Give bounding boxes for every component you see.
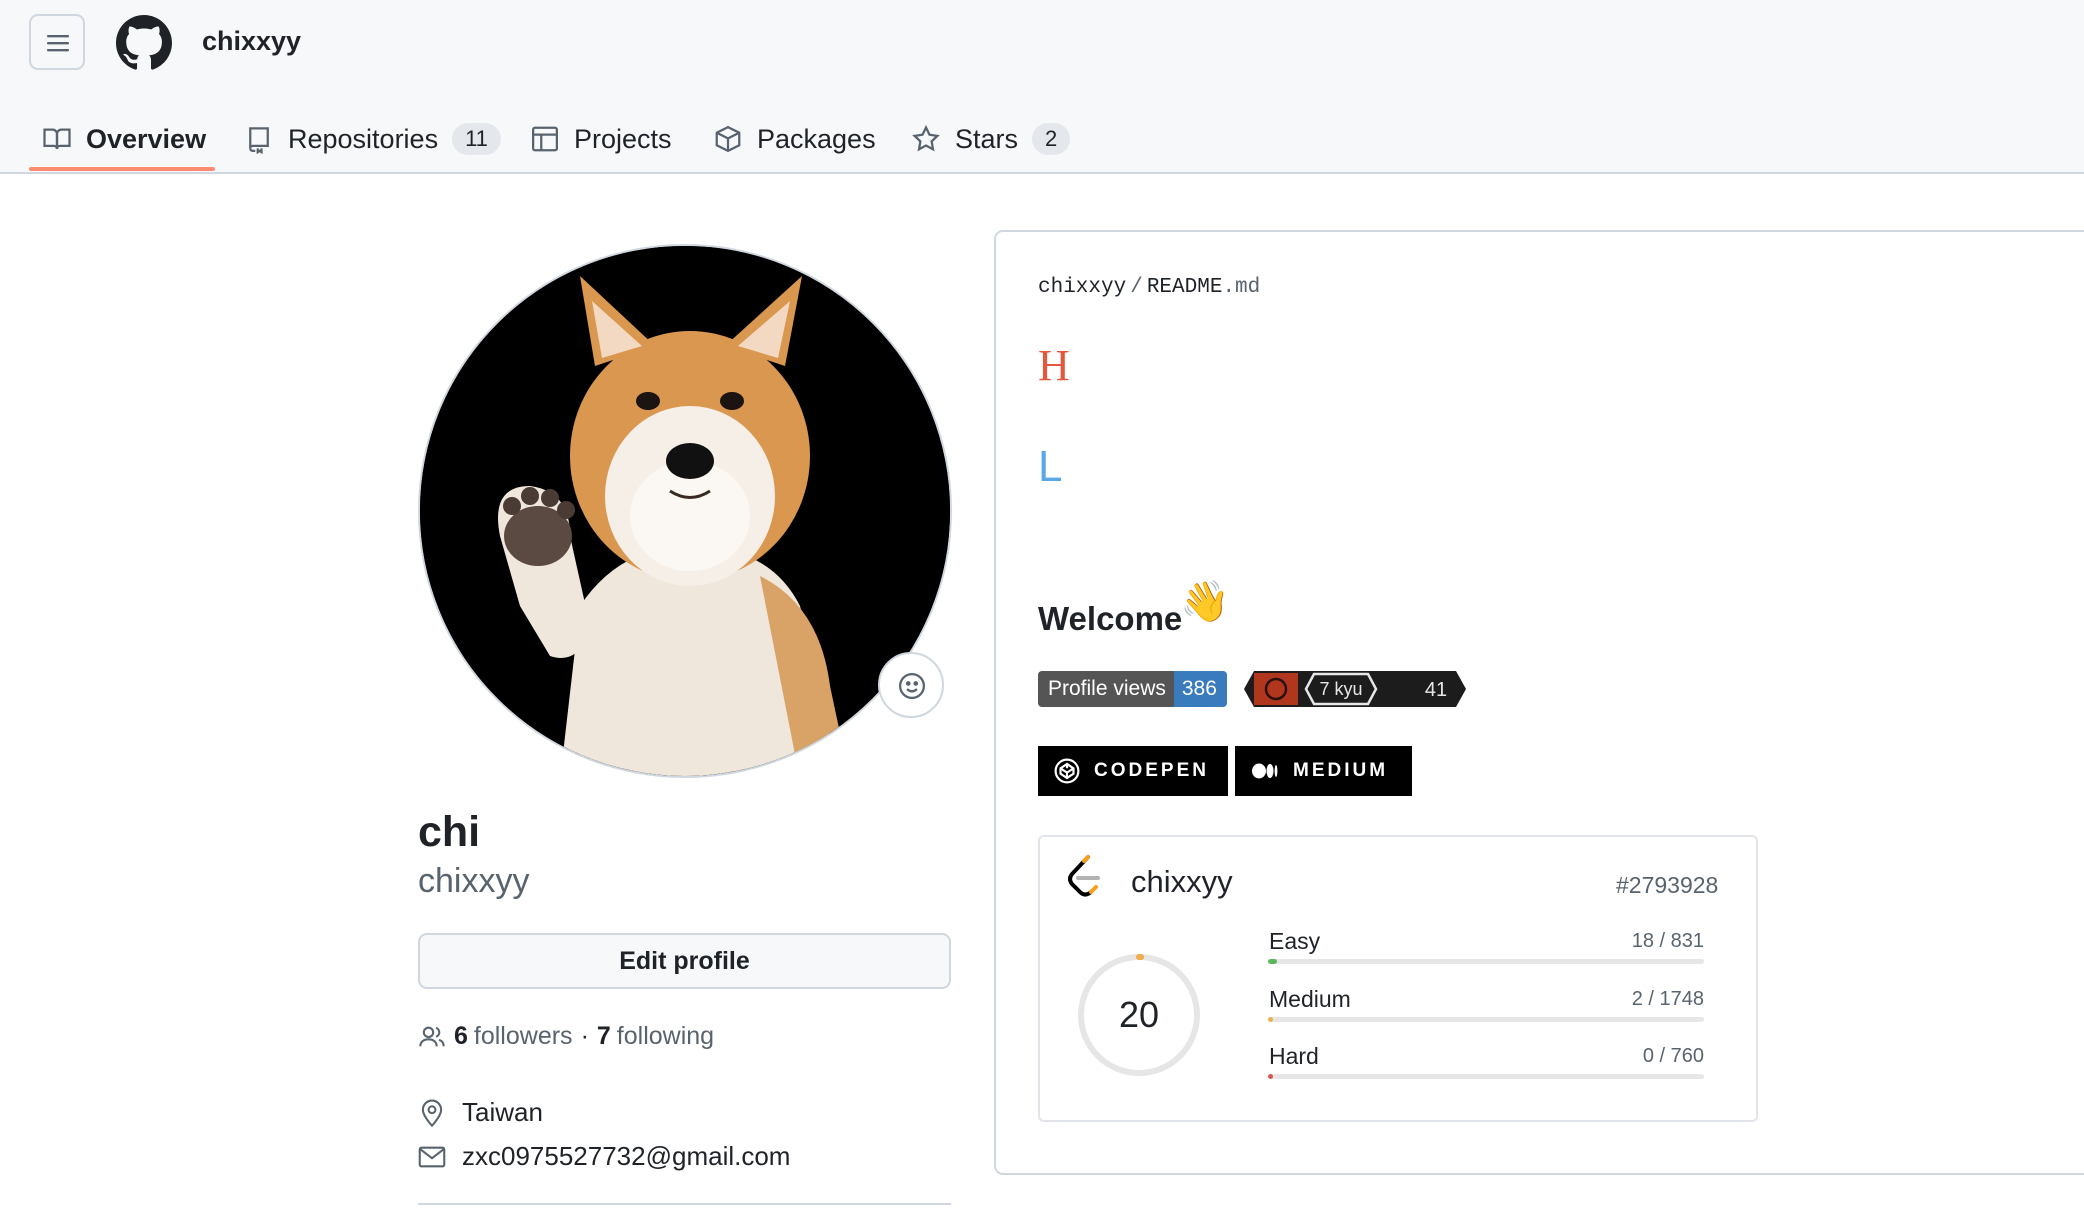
- medium-icon: [1252, 763, 1278, 779]
- tab-packages-label: Packages: [757, 123, 876, 154]
- readme-breadcrumb: chixxyy / README.md: [1038, 276, 1260, 299]
- codewars-badge[interactable]: 7 kyu 41: [1244, 671, 1466, 712]
- followers-link[interactable]: followers: [474, 1022, 573, 1051]
- active-tab-underline: [29, 167, 215, 171]
- avatar[interactable]: [418, 244, 952, 778]
- star-icon: [912, 124, 940, 152]
- stars-count: 2: [1032, 123, 1071, 155]
- smiley-icon: [899, 673, 925, 699]
- repo-icon: [249, 127, 269, 154]
- difficulty-label: Hard: [1269, 1043, 1319, 1069]
- table-icon: [532, 126, 558, 152]
- tab-overview-label: Overview: [86, 123, 207, 154]
- tab-repositories[interactable]: Repositories 11: [244, 108, 501, 170]
- tab-stars-label: Stars: [955, 123, 1019, 154]
- leetcode-username: chixxyy: [1131, 864, 1233, 899]
- location-pin-icon: [421, 1099, 443, 1128]
- follow-stats: 6 followers · 7 following: [418, 1022, 714, 1051]
- codepen-badge[interactable]: CODEPEN: [1038, 746, 1228, 796]
- tab-repositories-label: Repositories: [288, 123, 439, 154]
- hamburger-menu-button[interactable]: [29, 14, 85, 70]
- difficulty-value: 2 / 1748: [1631, 988, 1704, 1010]
- tab-stars[interactable]: Stars 2: [911, 108, 1071, 170]
- difficulty-label: Easy: [1269, 928, 1321, 954]
- difficulty-label: Medium: [1269, 986, 1351, 1012]
- codewars-kyu-label: 7 kyu: [1319, 679, 1362, 699]
- email-link[interactable]: zxc0975527732@gmail.com: [462, 1141, 790, 1172]
- difficulty-bar-fill: [1268, 1074, 1274, 1079]
- people-icon: [419, 1026, 445, 1046]
- profile-views-count: 386: [1173, 671, 1227, 707]
- readme-heading-l: L: [1038, 442, 1063, 491]
- codepen-label: CODEPEN: [1094, 760, 1209, 781]
- tab-overview[interactable]: Overview: [42, 108, 206, 170]
- readme-heading-h: H: [1038, 341, 1070, 390]
- leetcode-logo-icon: [1068, 855, 1100, 897]
- difficulty-value: 0 / 760: [1642, 1045, 1704, 1067]
- location-row: Taiwan: [418, 1096, 543, 1128]
- email-row: zxc0975527732@gmail.com: [418, 1141, 790, 1172]
- difficulty-bar: [1268, 1074, 1704, 1079]
- profile-name: chi: [418, 808, 481, 856]
- difficulty-bar-fill: [1268, 959, 1278, 964]
- medium-label: MEDIUM: [1293, 760, 1389, 781]
- hamburger-icon: [47, 35, 69, 52]
- followers-count[interactable]: 6: [454, 1022, 468, 1051]
- leetcode-solved-ring: 20: [1078, 954, 1200, 1076]
- tab-packages[interactable]: Packages: [713, 108, 876, 170]
- tab-projects[interactable]: Projects: [530, 108, 672, 170]
- edit-profile-button[interactable]: Edit profile: [418, 933, 951, 989]
- codewars-score: 41: [1425, 679, 1447, 701]
- repositories-count: 11: [452, 123, 501, 155]
- location-text: Taiwan: [462, 1096, 543, 1127]
- profile-views-badge[interactable]: Profile views 386: [1038, 671, 1227, 707]
- readme-owner-link[interactable]: chixxyy: [1038, 276, 1126, 299]
- difficulty-bar: [1268, 959, 1704, 964]
- profile-login: chixxyy: [418, 862, 530, 900]
- sidebar-divider: [418, 1203, 951, 1205]
- profile-views-label: Profile views: [1038, 671, 1174, 707]
- package-icon: [715, 125, 741, 153]
- book-icon: [43, 128, 71, 150]
- difficulty-value: 18 / 831: [1631, 930, 1704, 952]
- waving-hand-icon: 👋: [1180, 580, 1230, 624]
- leetcode-rank: #2793928: [1616, 872, 1719, 898]
- github-logo-icon[interactable]: [116, 15, 172, 71]
- readme-welcome-heading: Welcome: [1038, 600, 1183, 637]
- leetcode-solved-count: 20: [1119, 994, 1159, 1035]
- medium-badge[interactable]: MEDIUM: [1235, 746, 1412, 796]
- codepen-icon: [1054, 758, 1080, 784]
- header-username[interactable]: chixxyy: [202, 26, 301, 57]
- readme-file-link[interactable]: README: [1147, 276, 1223, 299]
- readme-file-extension: .md: [1222, 276, 1261, 299]
- shiba-dog-avatar-image: [420, 246, 950, 776]
- readme-path-separator: /: [1130, 276, 1143, 299]
- difficulty-bar: [1268, 1017, 1704, 1022]
- follow-separator: ·: [580, 1022, 589, 1050]
- following-link[interactable]: following: [617, 1022, 714, 1051]
- following-count[interactable]: 7: [597, 1022, 611, 1051]
- tab-projects-label: Projects: [574, 123, 672, 154]
- difficulty-bar-fill: [1268, 1017, 1274, 1022]
- mail-icon: [418, 1146, 446, 1167]
- set-status-button[interactable]: [878, 652, 944, 718]
